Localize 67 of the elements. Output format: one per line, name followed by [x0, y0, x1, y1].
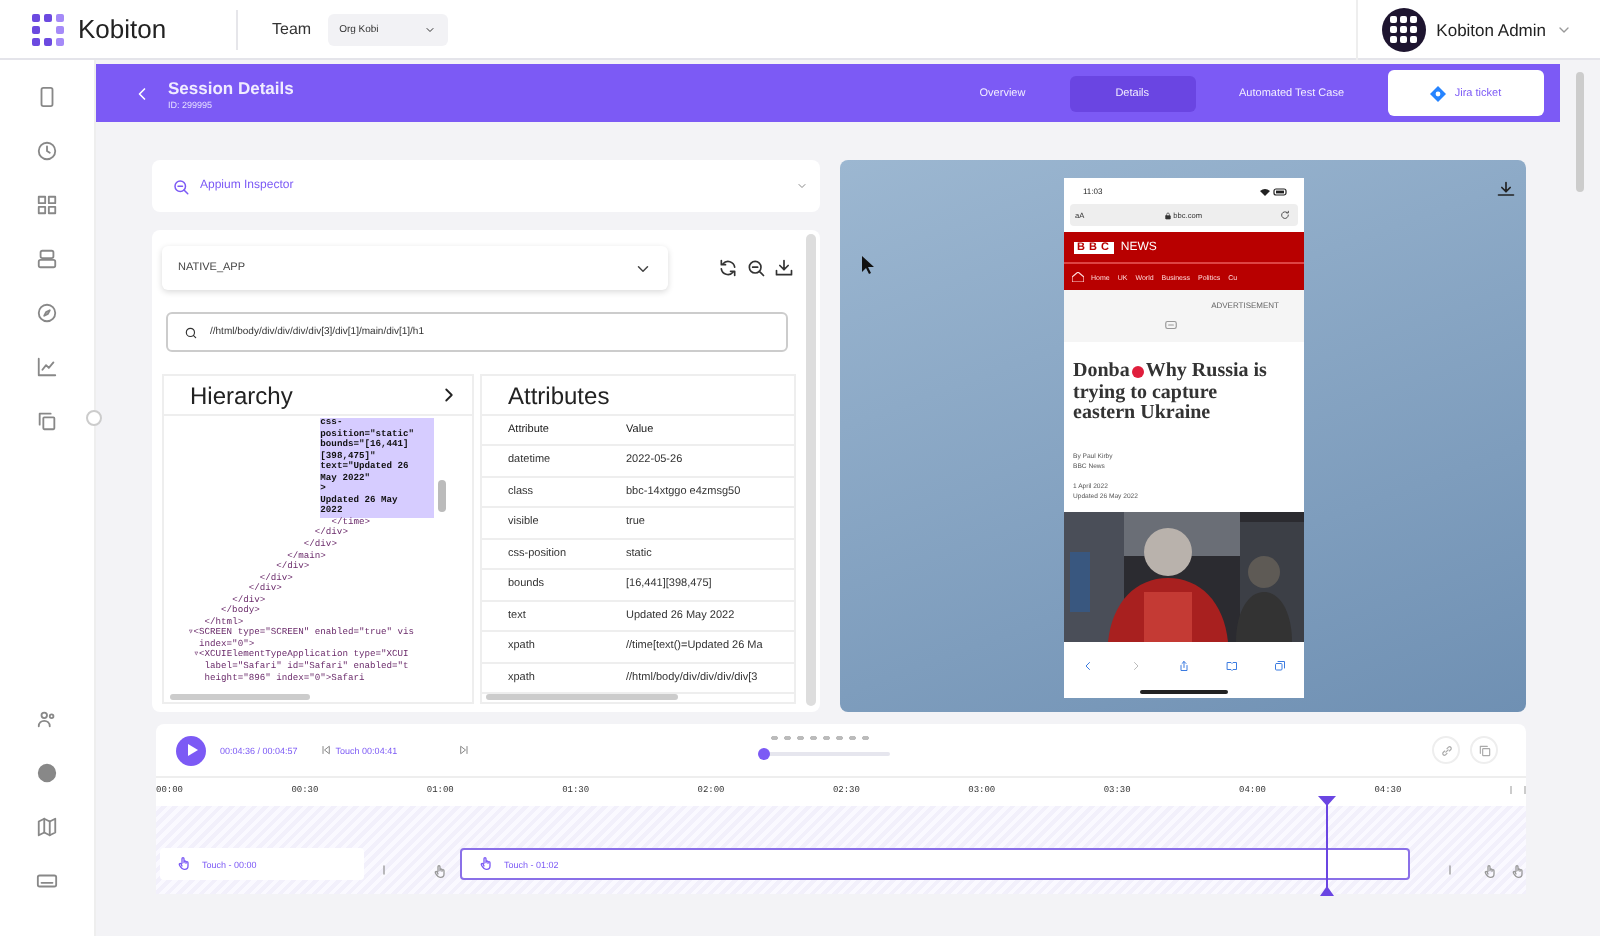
headline: eastern Ukraine	[1073, 402, 1211, 424]
touch-icon	[176, 856, 192, 872]
user-name[interactable]: Kobiton Admin	[1436, 19, 1546, 39]
caret-icon	[423, 23, 436, 35]
link-icon	[1439, 743, 1453, 757]
skip-forward-icon	[457, 744, 470, 756]
scrollbar-thumb[interactable]	[438, 480, 446, 512]
zoom-slider[interactable]	[761, 742, 890, 758]
download-icon	[1496, 180, 1516, 200]
grid-icon	[36, 194, 58, 216]
people-icon	[36, 708, 58, 730]
zoom-icon	[172, 177, 190, 195]
page-title: Session Details	[168, 77, 294, 97]
avatar[interactable]	[1382, 7, 1427, 51]
previous-button[interactable]	[319, 744, 332, 756]
link-button[interactable]	[1432, 736, 1460, 764]
play-button[interactable]	[176, 735, 206, 765]
copy-button[interactable]	[1470, 736, 1498, 764]
search-icon	[184, 325, 198, 339]
slider-thumb[interactable]	[757, 747, 770, 759]
scrollbar-thumb[interactable]	[806, 234, 816, 706]
play-icon	[185, 744, 197, 756]
share-icon	[1177, 660, 1189, 672]
caret-icon	[796, 180, 808, 192]
diamond-icon	[1430, 85, 1447, 101]
scrollbar-thumb[interactable]	[170, 694, 310, 700]
keyboard-icon	[36, 870, 58, 892]
copy-icon	[36, 410, 58, 432]
next-button[interactable]	[457, 744, 470, 756]
scrollbar-thumb[interactable]	[1576, 72, 1584, 192]
back-icon	[1081, 660, 1093, 672]
download-icon	[774, 258, 794, 278]
touch-icon	[1482, 864, 1498, 880]
touch-icon	[477, 856, 494, 872]
reload-icon	[1280, 210, 1291, 220]
ad-icon	[1164, 318, 1178, 332]
logo-icon	[30, 11, 66, 47]
stack-icon	[36, 248, 58, 270]
clock-icon	[36, 140, 58, 162]
phone-icon	[36, 86, 58, 108]
cursor-icon	[862, 256, 874, 274]
touch-icon	[431, 864, 448, 880]
headline: Donba	[1073, 362, 1130, 383]
collapse-toggle[interactable]	[86, 410, 102, 426]
lock-icon	[1163, 211, 1172, 219]
headline: trying to capture	[1073, 381, 1218, 403]
headline: Why Russia is	[1145, 362, 1267, 383]
brand-name: Kobiton	[78, 14, 167, 44]
copy-icon	[1477, 743, 1491, 757]
book-icon	[1225, 660, 1237, 672]
zoom-icon	[746, 258, 766, 278]
map-icon	[36, 816, 58, 838]
attributes-title: Attributes	[508, 381, 610, 409]
hierarchy-title: Hierarchy	[190, 381, 293, 409]
scrollbar-thumb[interactable]	[486, 694, 678, 700]
forward-icon	[1129, 660, 1141, 672]
chart-icon	[36, 356, 58, 378]
home-icon	[1071, 272, 1083, 282]
touch-icon	[1510, 864, 1526, 880]
compass-icon	[36, 302, 58, 324]
skip-back-icon	[319, 744, 332, 756]
signal-icon	[1259, 187, 1287, 195]
refresh-icon	[718, 258, 738, 278]
playhead[interactable]	[1318, 796, 1337, 896]
team-label: Team	[272, 20, 312, 38]
tabs-icon	[1273, 660, 1285, 672]
touch-marker	[1131, 366, 1144, 379]
